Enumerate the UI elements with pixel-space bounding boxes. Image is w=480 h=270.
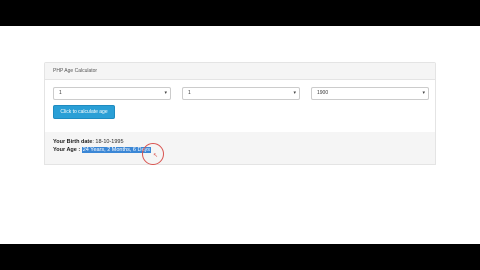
date-selects: 1 ▾ 1 ▾ 1900 ▾ [53, 87, 429, 100]
result-section: Your Birth date: 18-10-1995 Your Age : 2… [44, 132, 436, 165]
day-select[interactable]: 1 ▾ [53, 87, 171, 100]
month-select[interactable]: 1 ▾ [182, 87, 300, 100]
age-value[interactable]: 24 Years, 2 Months, 6 Days [81, 147, 151, 153]
browser-viewport: PHP Age Calculator 1 ▾ 1 ▾ 1900 ▾ Click … [0, 26, 480, 244]
calculate-age-button[interactable]: Click to calculate age [53, 105, 115, 119]
year-value: 1900 [317, 90, 329, 96]
panel-title: PHP Age Calculator [45, 63, 435, 80]
birth-date-label: Your Birth date [53, 139, 93, 145]
birth-date-value: 18-10-1995 [95, 139, 124, 145]
mouse-pointer-icon: ↖ [153, 153, 159, 159]
age-label: Your Age : [53, 147, 81, 153]
caret-down-icon: ▾ [293, 90, 296, 96]
month-value: 1 [188, 90, 191, 96]
caret-down-icon: ▾ [164, 90, 167, 96]
day-value: 1 [59, 90, 62, 96]
year-select[interactable]: 1900 ▾ [311, 87, 429, 100]
birth-date-line: Your Birth date: 18-10-1995 [53, 139, 124, 145]
age-line: Your Age : 24 Years, 2 Months, 6 Days [53, 147, 151, 153]
caret-down-icon: ▾ [422, 90, 425, 96]
